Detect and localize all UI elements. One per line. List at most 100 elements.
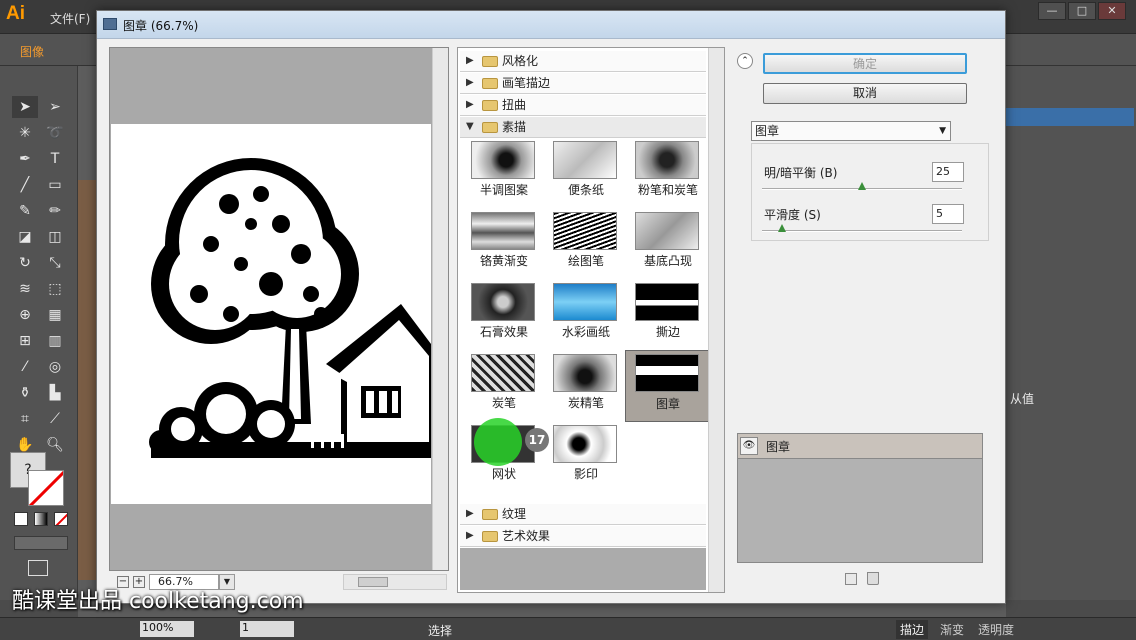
color-mode-icon[interactable] xyxy=(14,512,28,526)
cancel-button[interactable]: 取消 xyxy=(763,83,967,104)
graph-tool-icon[interactable]: ▙ xyxy=(42,382,68,404)
type-tool-icon[interactable]: T xyxy=(42,148,68,170)
eye-icon[interactable]: 👁︎ xyxy=(740,437,758,455)
filter-thumb xyxy=(553,354,617,392)
click-indicator xyxy=(474,418,522,466)
eraser-icon[interactable]: ◫ xyxy=(42,226,68,248)
category-stylize[interactable]: ▶ 风格化 xyxy=(460,51,706,72)
filter-stamp-selected[interactable]: 图章 xyxy=(625,350,709,422)
filter-gallery-dialog: 图章 (66.7%) − + 66.7% ▼ ▶ 风格化 ▶ 画笔描边 ▶ 扭曲… xyxy=(96,10,1006,604)
close-button[interactable]: ✕ xyxy=(1098,2,1126,20)
dialog-app-icon xyxy=(103,18,117,30)
filter-chrome[interactable]: 铬黄渐变 xyxy=(464,210,544,280)
paintbrush-icon[interactable]: ✎ xyxy=(12,200,38,222)
filter-select[interactable]: 图章 ▼ xyxy=(751,121,951,141)
rectangle-tool-icon[interactable]: ▭ xyxy=(42,174,68,196)
warp-tool-icon[interactable]: ≋ xyxy=(12,278,38,300)
filter-thumb xyxy=(553,425,617,463)
scroll-thumb[interactable] xyxy=(358,577,388,587)
gradient-mode-icon[interactable] xyxy=(34,512,48,526)
filter-graphic-pen[interactable]: 绘图笔 xyxy=(546,210,626,280)
eyedropper-icon[interactable]: ⁄ xyxy=(12,356,38,378)
filter-bas-relief[interactable]: 基底凸现 xyxy=(628,210,708,280)
category-texture[interactable]: ▶ 纹理 xyxy=(460,504,706,525)
balance-field[interactable]: 25 xyxy=(932,162,964,182)
filter-note-paper[interactable]: 便条纸 xyxy=(546,139,626,209)
minimize-button[interactable]: — xyxy=(1038,2,1066,20)
tab-gradient[interactable]: 渐变 xyxy=(936,620,968,639)
filter-torn-edges[interactable]: 撕边 xyxy=(628,281,708,351)
smoothness-slider-thumb[interactable] xyxy=(778,224,786,232)
trash-icon[interactable] xyxy=(867,572,879,585)
filter-thumb xyxy=(635,283,699,321)
preview-scrollbar[interactable] xyxy=(432,48,448,570)
perspective-grid-icon[interactable]: ▦ xyxy=(42,304,68,326)
filter-thumb xyxy=(471,354,535,392)
blend-tool-icon[interactable]: ◎ xyxy=(42,356,68,378)
category-sketch[interactable]: ▼ 素描 xyxy=(460,117,706,138)
none-mode-icon[interactable] xyxy=(54,512,68,526)
pencil-icon[interactable]: ✏ xyxy=(42,200,68,222)
preview-hscrollbar[interactable] xyxy=(343,574,447,590)
draw-mode-icons[interactable] xyxy=(14,536,68,550)
free-transform-icon[interactable]: ⬚ xyxy=(42,278,68,300)
effect-layer-row[interactable]: 👁︎ 图章 xyxy=(738,434,982,459)
category-distort[interactable]: ▶ 扭曲 xyxy=(460,95,706,116)
rotate-tool-icon[interactable]: ↻ xyxy=(12,252,38,274)
filter-halftone[interactable]: 半调图案 xyxy=(464,139,544,209)
maximize-button[interactable]: □ xyxy=(1068,2,1096,20)
smoothness-field[interactable]: 5 xyxy=(932,204,964,224)
gallery-scrollbar[interactable] xyxy=(708,48,724,592)
category-brush-strokes[interactable]: ▶ 画笔描边 xyxy=(460,73,706,94)
new-effect-layer-icon[interactable] xyxy=(845,573,857,585)
tab-transparency[interactable]: 透明度 xyxy=(974,620,1018,639)
collapse-gallery-icon[interactable]: ⌃ xyxy=(737,53,753,69)
screen-mode-icon[interactable] xyxy=(28,560,48,576)
line-tool-icon[interactable]: ╱ xyxy=(12,174,38,196)
filter-water-paper[interactable]: 水彩画纸 xyxy=(546,281,626,351)
lasso-icon[interactable]: ➰ xyxy=(42,122,68,144)
smoothness-slider[interactable] xyxy=(762,230,962,232)
folder-icon xyxy=(482,100,498,111)
filter-charcoal[interactable]: 炭笔 xyxy=(464,352,544,422)
pen-tool-icon[interactable]: ✒ xyxy=(12,148,38,170)
artboard-tool-icon[interactable]: ⌗ xyxy=(12,408,38,430)
status-zoom[interactable]: 100% xyxy=(140,621,194,637)
category-artistic[interactable]: ▶ 艺术效果 xyxy=(460,526,706,547)
layer-row-selected[interactable] xyxy=(1006,108,1134,126)
gradient-tool-icon[interactable]: ▥ xyxy=(42,330,68,352)
menu-file[interactable]: 文件(F) xyxy=(50,10,90,27)
app-logo: Ai xyxy=(6,3,25,24)
collapsed-arrow-icon: ▶ xyxy=(466,55,474,66)
filter-thumb xyxy=(471,212,535,250)
tab-stroke[interactable]: 描边 xyxy=(896,620,929,639)
selection-tool-icon[interactable]: ➤ xyxy=(12,96,38,118)
filter-thumb xyxy=(635,141,699,179)
right-panels: 从值 xyxy=(1006,66,1136,600)
folder-icon xyxy=(482,78,498,89)
chevron-down-icon: ▼ xyxy=(939,126,946,136)
symbol-sprayer-icon[interactable]: ⚱ xyxy=(12,382,38,404)
preview-image xyxy=(111,124,431,504)
stroke-swatch[interactable] xyxy=(28,470,64,506)
filter-photocopy[interactable]: 影印 xyxy=(546,423,626,493)
mesh-tool-icon[interactable]: ⊞ xyxy=(12,330,38,352)
filter-thumb xyxy=(635,212,699,250)
balance-slider-thumb[interactable] xyxy=(858,182,866,190)
preview-panel[interactable] xyxy=(109,47,449,571)
scale-tool-icon[interactable]: ⤡ xyxy=(42,252,68,274)
direct-selection-tool-icon[interactable]: ➢ xyxy=(42,96,68,118)
magic-wand-icon[interactable]: ✳ xyxy=(12,122,38,144)
filter-select-value: 图章 xyxy=(755,124,780,138)
filter-conte-crayon[interactable]: 炭精笔 xyxy=(546,352,626,422)
filter-plaster[interactable]: 石膏效果 xyxy=(464,281,544,351)
ok-button[interactable]: 确定 xyxy=(763,53,967,74)
blob-brush-icon[interactable]: ◪ xyxy=(12,226,38,248)
shape-builder-icon[interactable]: ⊕ xyxy=(12,304,38,326)
slice-tool-icon[interactable]: ⟋ xyxy=(42,408,68,430)
collapsed-arrow-icon: ▶ xyxy=(466,508,474,519)
status-page[interactable]: 1 xyxy=(240,621,294,637)
dialog-title-bar[interactable]: 图章 (66.7%) xyxy=(97,11,1005,39)
filter-chalk-charcoal[interactable]: 粉笔和炭笔 xyxy=(628,139,708,209)
filter-thumb xyxy=(553,141,617,179)
